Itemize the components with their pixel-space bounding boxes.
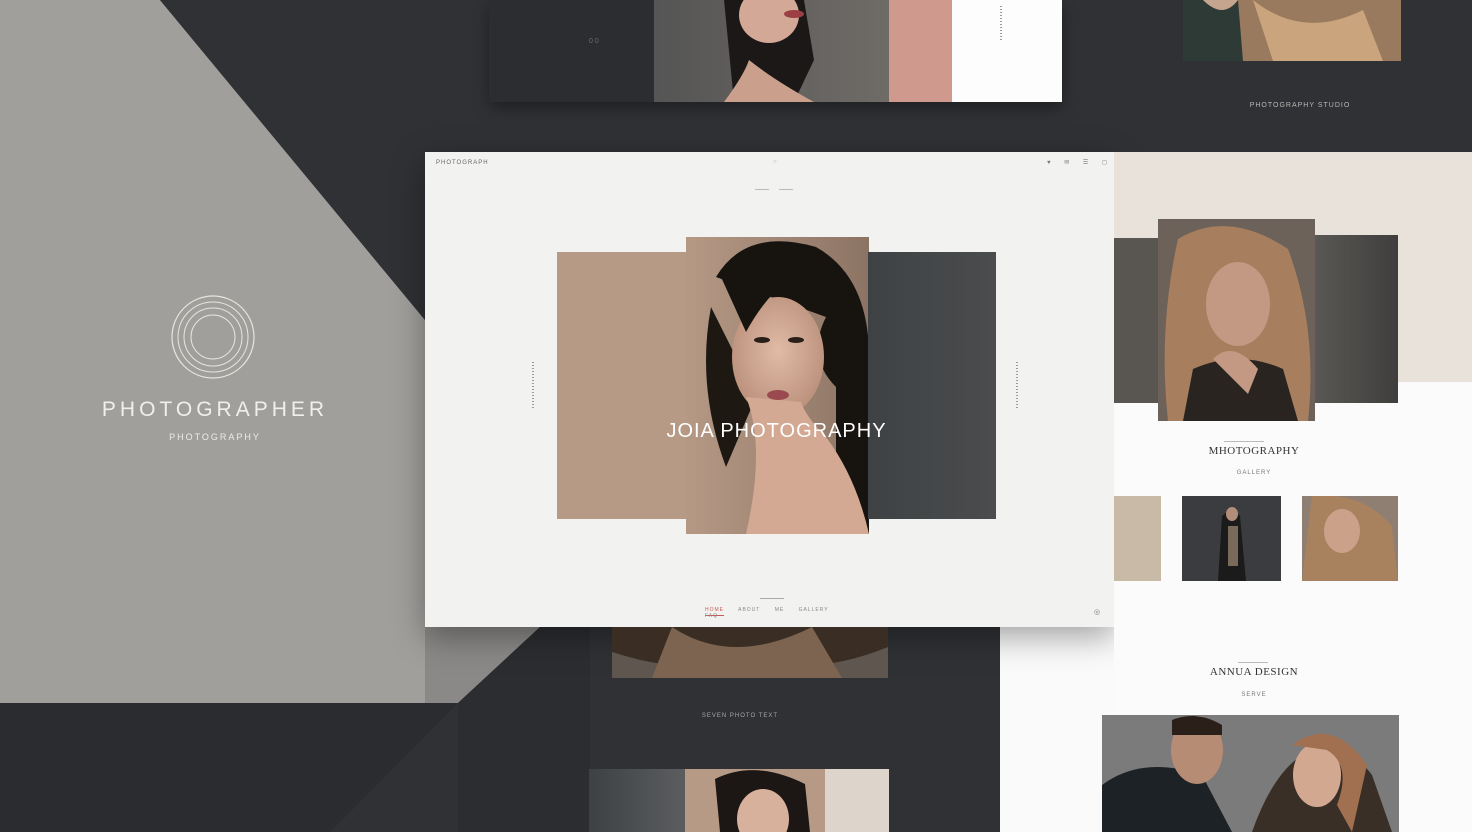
site-logo[interactable]: PHOTOGRAPH: [436, 160, 489, 166]
bottom-light-panel: [825, 769, 889, 832]
side-text-left: [532, 362, 534, 410]
subnav-lines: [755, 189, 793, 190]
header-center-icon: ○: [773, 159, 777, 165]
nav-divider: [760, 598, 784, 599]
nav-item-gallery[interactable]: GALLERY: [799, 607, 829, 613]
nav-item-me[interactable]: ME: [775, 607, 785, 613]
right-subheading: GALLERY: [1236, 470, 1272, 476]
right-photo-left: [1114, 238, 1158, 403]
camera-lens-logo-icon: [171, 295, 255, 379]
top-page-preview: 0 0: [489, 0, 1062, 102]
hero-title: JOIA PHOTOGRAPHY: [666, 420, 887, 442]
main-website-mockup: PHOTOGRAPH ○ ♥ ✉ ☰ ◻ JOIA PHOTOGRAPHY HO…: [425, 152, 1114, 627]
right-rule-2: [1238, 662, 1268, 663]
right-heading: MHOTOGRAPHY: [1208, 445, 1300, 457]
hair-photo-below: [612, 627, 888, 678]
nav-item-faq[interactable]: FAQ: [705, 613, 718, 619]
contact-icon[interactable]: ◎: [1094, 608, 1100, 616]
bottom-gray-panel: [589, 769, 685, 832]
top-right-caption: PHOTOGRAPHY STUDIO: [1249, 102, 1351, 109]
portrait-photo-top: [654, 0, 889, 102]
header-social-icons[interactable]: ♥ ✉ ☰ ◻: [1047, 159, 1113, 166]
footer-nav: HOME ABOUT ME GALLERY FAQ: [705, 607, 865, 619]
portrait-photo-top-right: [1183, 0, 1401, 61]
right-photo-right: [1315, 235, 1398, 403]
couple-photo: [1102, 715, 1399, 832]
right-portrait-photo: [1158, 219, 1315, 421]
accent-panel: [889, 0, 952, 102]
hero-portrait-photo: [686, 237, 869, 534]
gallery-thumb-2[interactable]: [1182, 496, 1281, 581]
gallery-thumb-1[interactable]: [1114, 496, 1161, 581]
white-panel: [952, 0, 1062, 102]
right-subheading-2: SERVE: [1241, 692, 1267, 698]
below-caption: SEVEN PHOTO TEXT: [701, 713, 779, 719]
brand-subtitle: PHOTOGRAPHY: [169, 432, 261, 442]
bottom-page-preview: [589, 769, 889, 832]
nav-item-about[interactable]: ABOUT: [738, 607, 760, 613]
right-heading-2: ANNUA DESIGN: [1209, 666, 1299, 678]
right-page-preview: MHOTOGRAPHY GALLERY ANNUA DESIGN SERVE: [1102, 152, 1472, 832]
gallery-thumb-3[interactable]: [1302, 496, 1398, 581]
right-rule: [1224, 441, 1264, 442]
hero-photo-right-panel: [868, 252, 996, 519]
preview-dots: 0 0: [589, 38, 599, 45]
side-text-right: [1016, 362, 1018, 410]
brand-title: PHOTOGRAPHER: [101, 398, 329, 421]
bottom-portrait-photo: [685, 769, 825, 832]
hero-photo-left-panel: [557, 252, 687, 519]
